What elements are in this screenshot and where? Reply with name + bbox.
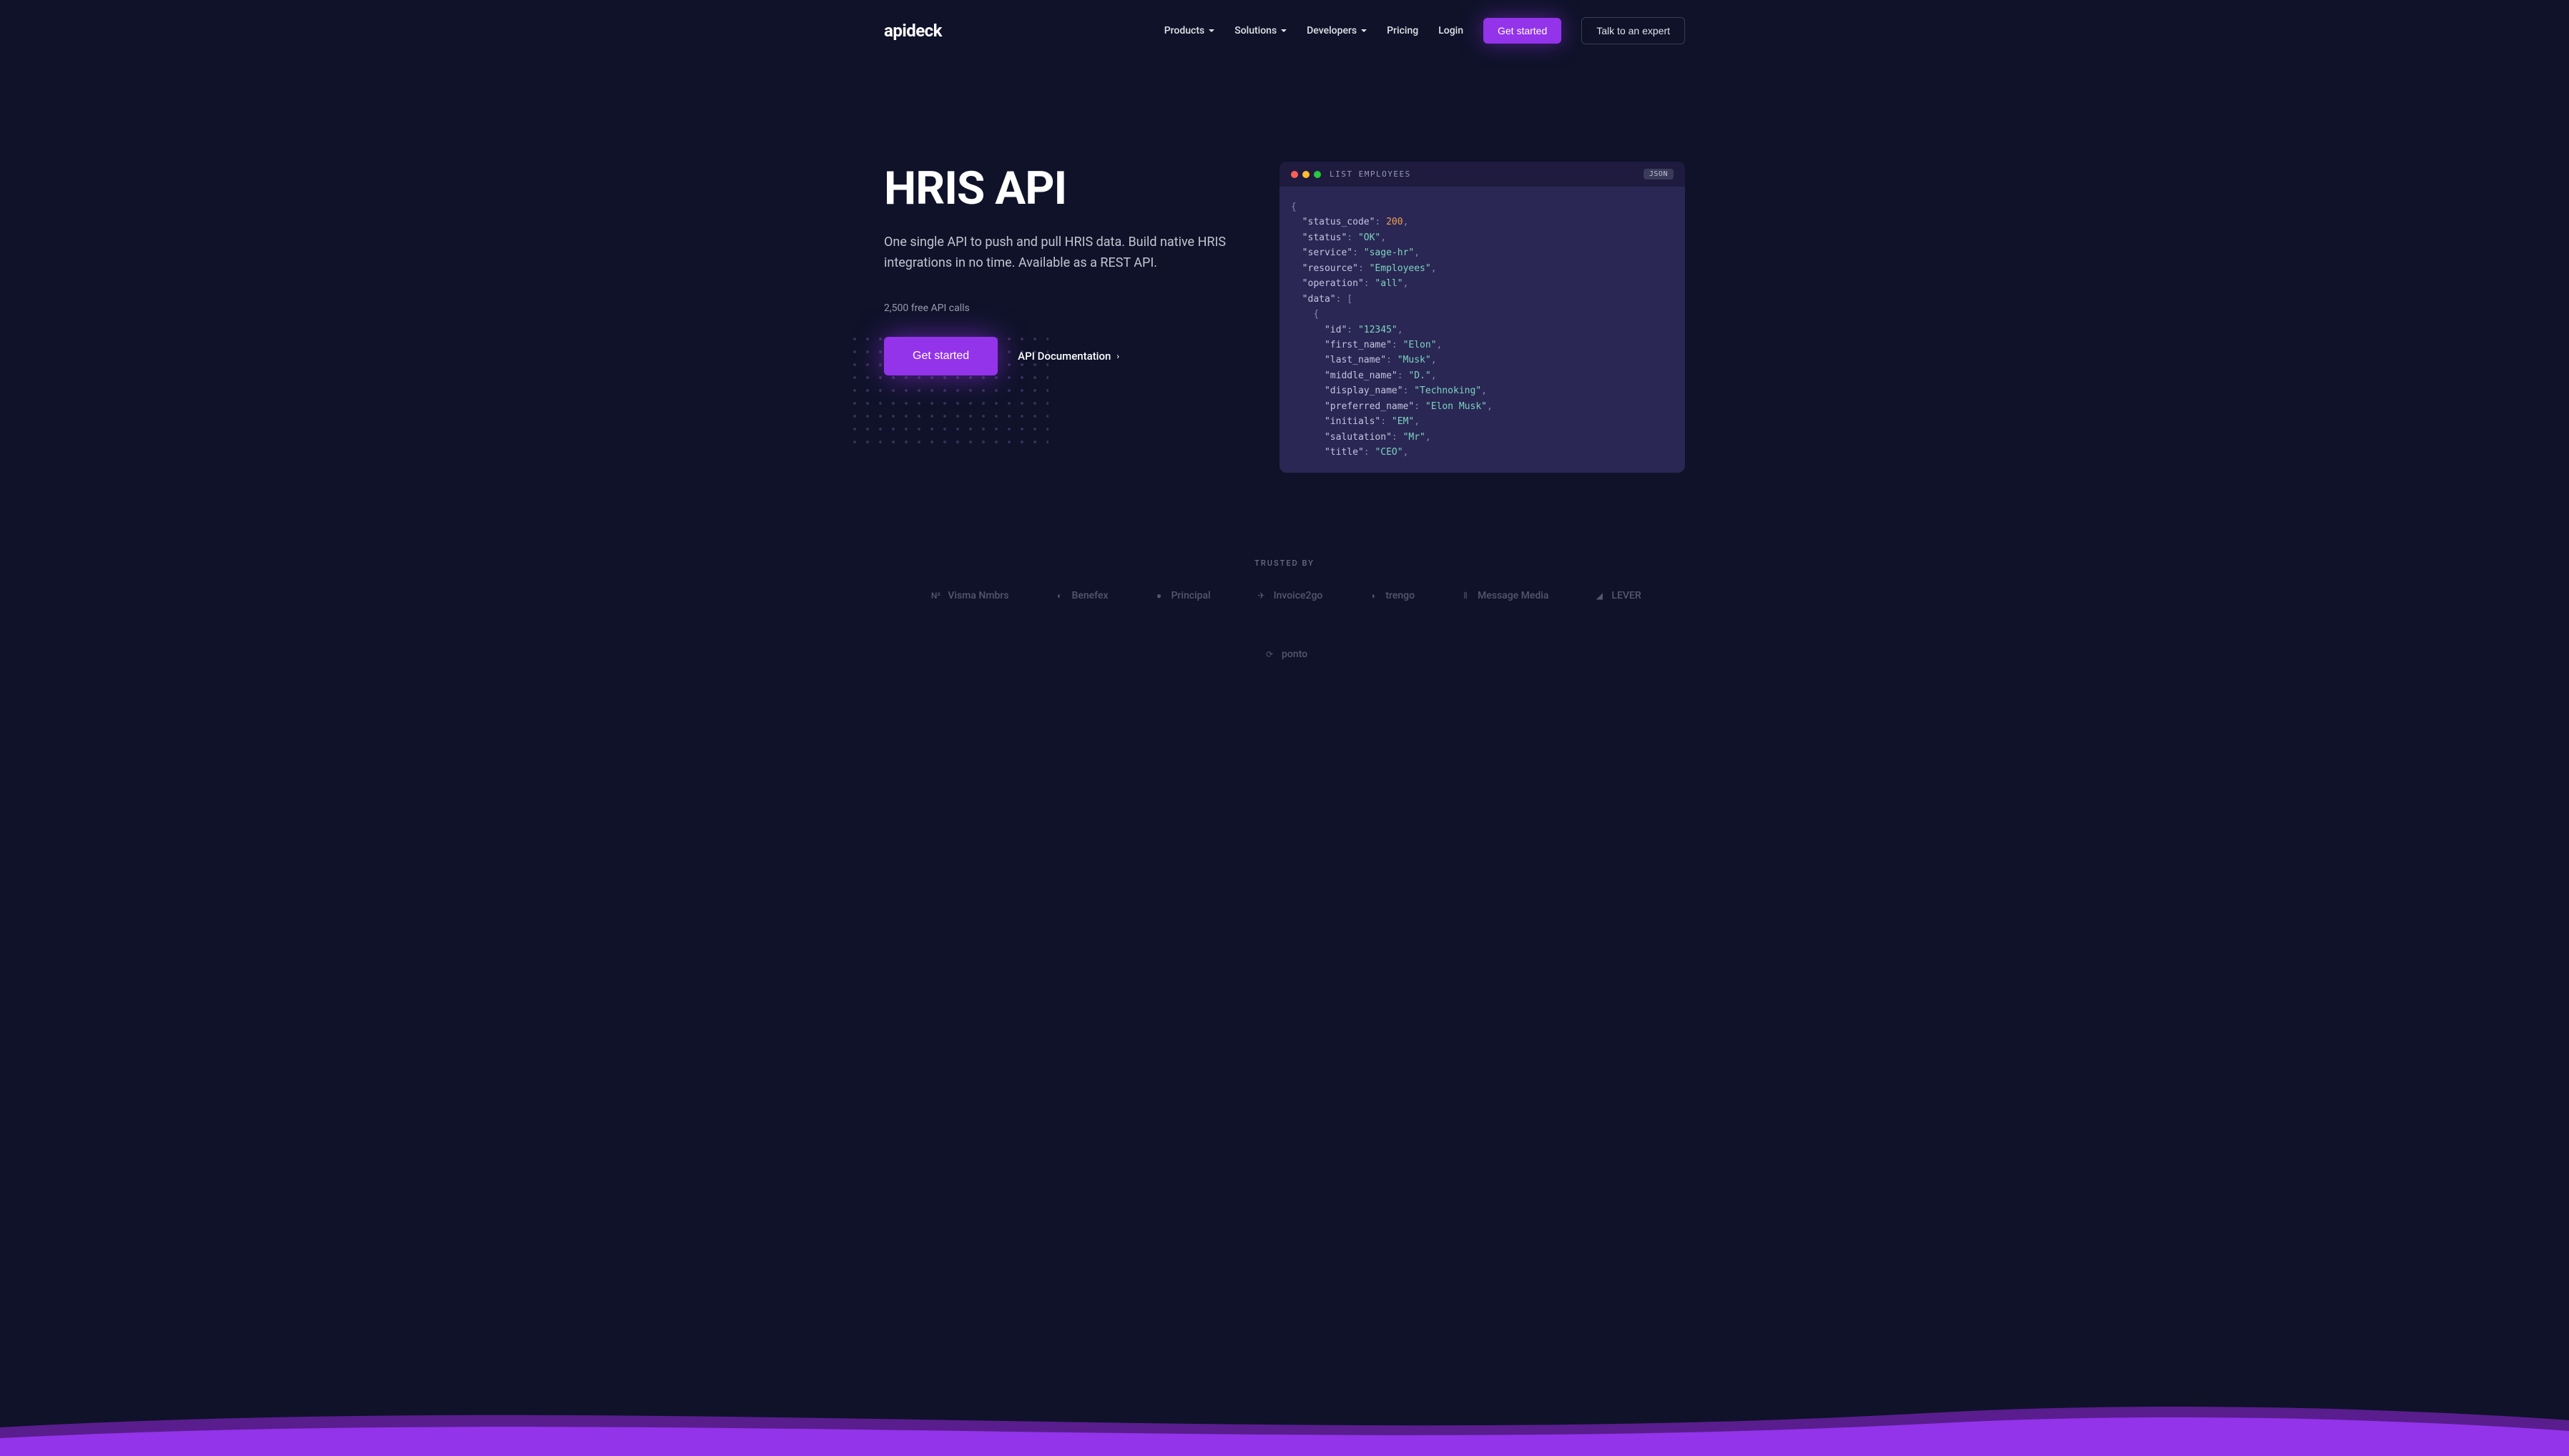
nav-item-solutions[interactable]: Solutions — [1234, 25, 1287, 36]
partner-logo-label: Principal — [1171, 590, 1211, 601]
partner-logo-principal: ● Principal — [1151, 588, 1211, 604]
code-line: "preferred_name": "Elon Musk", — [1291, 399, 1674, 414]
partner-logo-icon: ◢ — [1591, 588, 1607, 604]
hero-title: HRIS API — [884, 162, 1237, 215]
partner-logo-visma-nmbrs: N² Visma Nmbrs — [928, 588, 1008, 604]
code-line: "title": "CEO", — [1291, 445, 1674, 460]
partner-logo-ponto: ⟳ ponto — [1262, 646, 1307, 662]
code-window-title: LIST EMPLOYEES — [1330, 169, 1411, 179]
partner-logo-trengo: ◗ trengo — [1365, 588, 1415, 604]
partner-logo-icon: ⫴ — [1458, 588, 1473, 604]
partner-logo-label: LEVER — [1611, 590, 1641, 601]
partner-logo-benefex: ◐ Benefex — [1052, 588, 1109, 604]
code-line: "middle_name": "D.", — [1291, 368, 1674, 383]
chevron-down-icon — [1361, 29, 1367, 32]
code-line: { — [1291, 307, 1674, 322]
partner-logo-icon: ✈ — [1254, 588, 1269, 604]
nav-item-products[interactable]: Products — [1164, 25, 1215, 36]
code-line: "status": "OK", — [1291, 230, 1674, 245]
partner-logo-icon: ◗ — [1365, 588, 1381, 604]
traffic-lights-icon — [1291, 171, 1321, 178]
nav-get-started-button[interactable]: Get started — [1483, 18, 1561, 44]
trusted-by-label: TRUSTED BY — [884, 559, 1685, 568]
partner-logo-invoice2go: ✈ Invoice2go — [1254, 588, 1323, 604]
hero-note: 2,500 free API calls — [884, 302, 1237, 314]
api-documentation-label: API Documentation — [1018, 350, 1111, 363]
chevron-down-icon — [1209, 29, 1214, 32]
nav-item-pricing[interactable]: Pricing — [1387, 25, 1418, 36]
partner-logo-lever: ◢ LEVER — [1591, 588, 1641, 604]
code-window-header: LIST EMPLOYEES JSON — [1279, 162, 1685, 187]
partner-logo-label: trengo — [1385, 590, 1415, 601]
code-line: "display_name": "Technoking", — [1291, 383, 1674, 398]
code-line: "salutation": "Mr", — [1291, 430, 1674, 445]
nav-item-login[interactable]: Login — [1438, 25, 1463, 36]
partner-logo-message-media: ⫴ Message Media — [1458, 588, 1548, 604]
code-line: "first_name": "Elon", — [1291, 338, 1674, 353]
nav-item-developers[interactable]: Developers — [1307, 25, 1367, 36]
partner-logo-label: ponto — [1282, 649, 1307, 660]
partner-logos-row: N² Visma Nmbrs ◐ Benefex ● Principal ✈ Invoice2… — [884, 588, 1685, 662]
code-line: "resource": "Employees", — [1291, 261, 1674, 276]
nav-item-label: Developers — [1307, 25, 1357, 36]
code-line: "data": [ — [1291, 292, 1674, 307]
partner-logo-icon: ⟳ — [1262, 646, 1277, 662]
partner-logo-label: Invoice2go — [1274, 590, 1323, 601]
code-line: "last_name": "Musk", — [1291, 353, 1674, 368]
code-body: { "status_code": 200, "status": "OK", "s… — [1279, 187, 1685, 473]
code-line: "id": "12345", — [1291, 323, 1674, 338]
code-line: "service": "sage-hr", — [1291, 245, 1674, 260]
partner-logo-label: Visma Nmbrs — [948, 590, 1008, 601]
partner-logo-icon: N² — [928, 588, 943, 604]
nav-item-label: Pricing — [1387, 25, 1418, 36]
api-documentation-link[interactable]: API Documentation › — [1018, 350, 1119, 363]
wave-decoration — [0, 1384, 2569, 1456]
nav-item-label: Login — [1438, 25, 1463, 36]
partner-logo-icon: ● — [1151, 588, 1167, 604]
json-badge: JSON — [1644, 169, 1674, 179]
code-preview-window: LIST EMPLOYEES JSON { "status_code": 200… — [1279, 162, 1685, 473]
nav-item-label: Solutions — [1234, 25, 1277, 36]
hero-subtitle: One single API to push and pull HRIS dat… — [884, 232, 1237, 274]
partner-logo-label: Benefex — [1072, 590, 1109, 601]
partner-logo-icon: ◐ — [1052, 588, 1068, 604]
brand-logo[interactable]: apideck — [884, 21, 942, 41]
chevron-down-icon — [1281, 29, 1287, 32]
talk-to-expert-button[interactable]: Talk to an expert — [1581, 17, 1685, 44]
partner-logo-label: Message Media — [1478, 590, 1548, 601]
main-nav: Products Solutions Developers Pricing Login G… — [1164, 17, 1685, 44]
code-line: "initials": "EM", — [1291, 414, 1674, 429]
code-line: { — [1291, 200, 1674, 215]
chevron-right-icon: › — [1116, 351, 1119, 361]
nav-item-label: Products — [1164, 25, 1205, 36]
code-line: "operation": "all", — [1291, 276, 1674, 291]
code-line: "status_code": 200, — [1291, 215, 1674, 230]
get-started-button[interactable]: Get started — [884, 337, 998, 375]
